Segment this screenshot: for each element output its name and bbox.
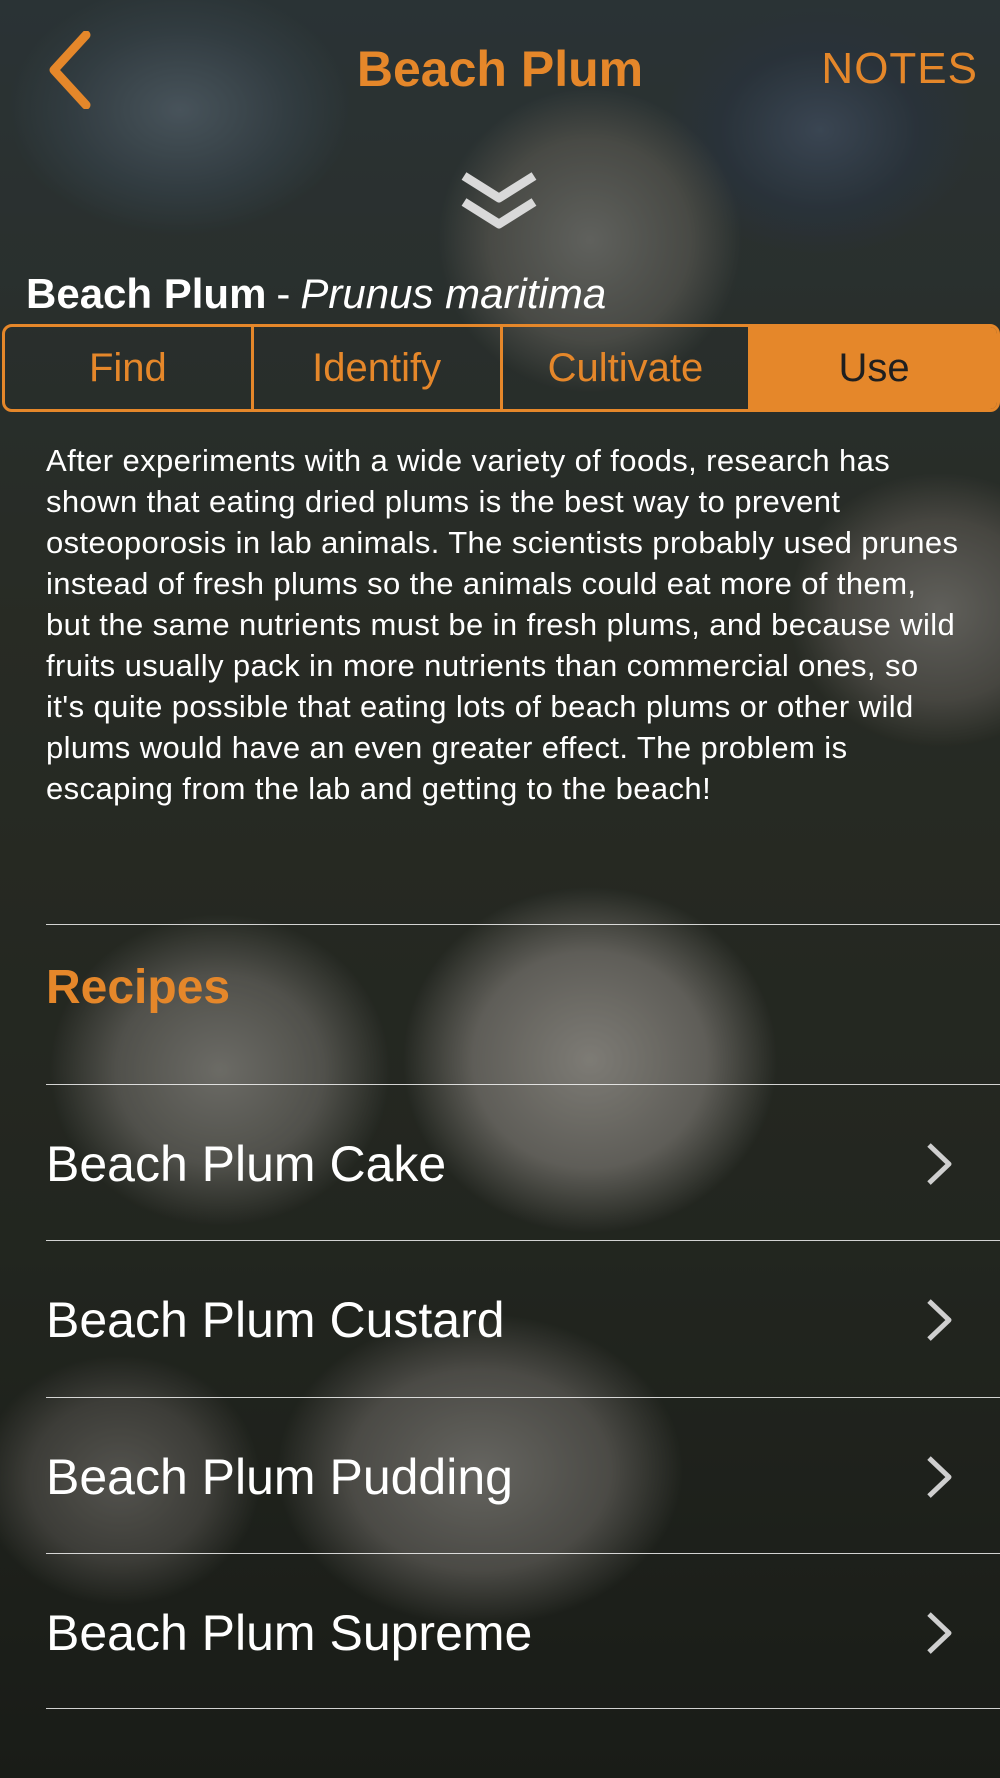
tab-find[interactable]: Find — [5, 327, 254, 409]
collapse-button[interactable] — [458, 170, 540, 232]
recipe-row-custard[interactable]: Beach Plum Custard — [46, 1242, 1000, 1397]
chevron-right-icon — [927, 1142, 952, 1185]
species-latin-name: Prunus maritima — [300, 270, 607, 317]
divider — [46, 1397, 1000, 1398]
double-chevron-down-icon — [461, 172, 537, 229]
section-tabs: Find Identify Cultivate Use — [2, 324, 1000, 412]
species-heading: Beach Plum - Prunus maritima — [26, 270, 606, 318]
chevron-right-icon — [927, 1298, 952, 1341]
recipe-row-supreme[interactable]: Beach Plum Supreme — [46, 1555, 1000, 1710]
divider — [46, 1240, 1000, 1241]
back-button[interactable] — [40, 28, 100, 112]
tab-use[interactable]: Use — [751, 327, 997, 409]
recipe-label: Beach Plum Custard — [46, 1291, 505, 1348]
chevron-right-icon — [927, 1455, 952, 1498]
nav-bar: Beach Plum NOTES — [0, 0, 1000, 150]
chevron-right-icon — [927, 1611, 952, 1654]
recipe-row-cake[interactable]: Beach Plum Cake — [46, 1086, 1000, 1241]
chevron-left-icon — [49, 31, 91, 109]
divider — [46, 1084, 1000, 1085]
recipe-row-pudding[interactable]: Beach Plum Pudding — [46, 1399, 1000, 1554]
divider — [46, 1553, 1000, 1554]
notes-button[interactable]: NOTES — [821, 44, 978, 94]
recipe-label: Beach Plum Cake — [46, 1135, 447, 1192]
recipe-label: Beach Plum Supreme — [46, 1604, 533, 1661]
tab-identify[interactable]: Identify — [254, 327, 503, 409]
recipes-heading: Recipes — [46, 961, 231, 1014]
species-separator: - — [276, 270, 291, 317]
tab-cultivate[interactable]: Cultivate — [503, 327, 752, 409]
description-text: After experiments with a wide variety of… — [46, 443, 959, 806]
screen: Beach Plum NOTES Beach Plum - Prunus marit… — [0, 0, 1000, 1778]
divider — [46, 924, 1000, 925]
divider — [46, 1708, 1000, 1709]
species-common-name: Beach Plum — [26, 270, 267, 317]
recipe-label: Beach Plum Pudding — [46, 1448, 513, 1505]
page-title: Beach Plum — [356, 41, 644, 97]
